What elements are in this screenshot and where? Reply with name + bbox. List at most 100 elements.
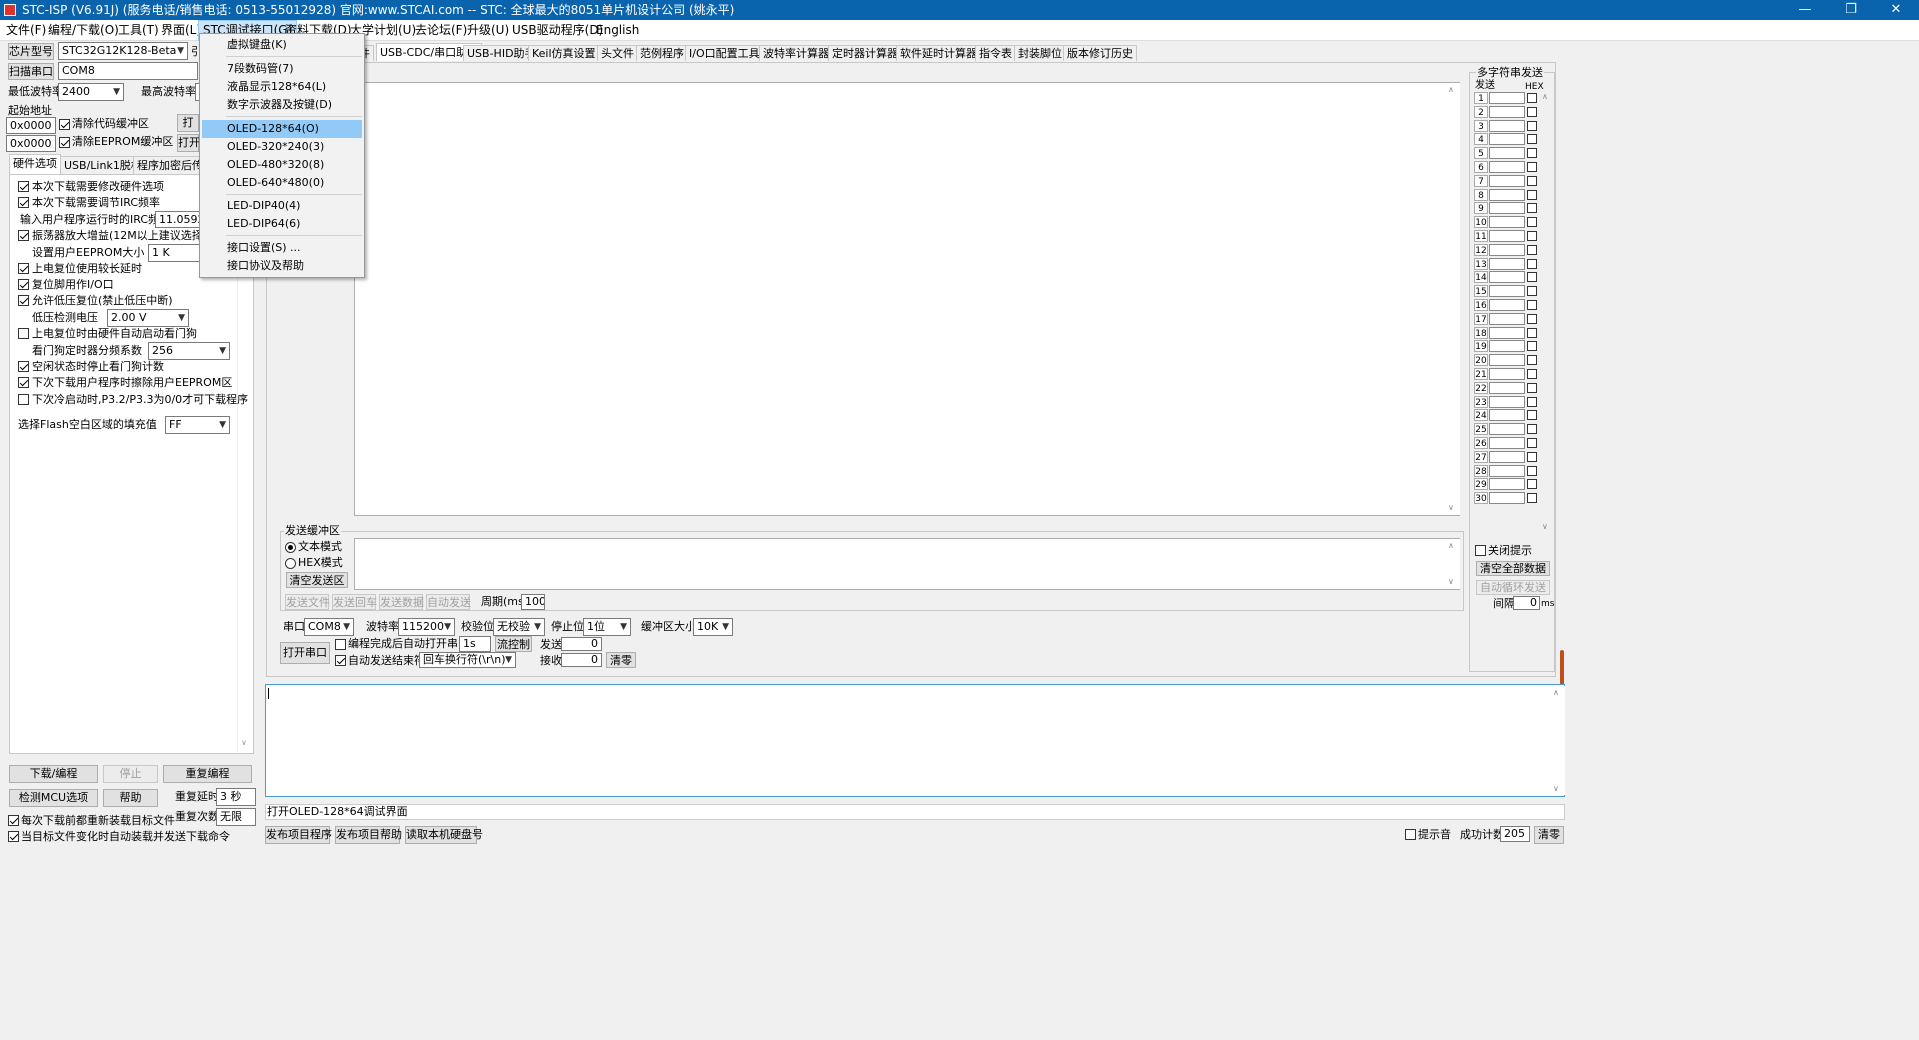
row-number[interactable]: 5 — [1474, 147, 1488, 160]
tab-hardware-options[interactable]: 硬件选项 — [9, 154, 61, 174]
clear-success-button[interactable]: 清零 — [1534, 826, 1564, 844]
hex-checkbox[interactable] — [1527, 396, 1537, 407]
tab-instructions[interactable]: 指令表 — [975, 45, 1016, 61]
send-input[interactable] — [354, 538, 1460, 590]
row-number[interactable]: 10 — [1474, 216, 1488, 229]
auto-send-button[interactable]: 自动发送 — [426, 594, 471, 610]
row-number[interactable]: 2 — [1474, 105, 1488, 118]
maximize-button[interactable]: ❐ — [1828, 0, 1874, 20]
tab-pinout[interactable]: 封装脚位 — [1014, 45, 1066, 61]
chevron-down-icon[interactable]: ∨ — [241, 736, 247, 750]
clear-count-button[interactable]: 清零 — [606, 652, 636, 668]
minimize-button[interactable]: — — [1782, 0, 1828, 20]
flow-control-button[interactable]: 流控制 — [495, 636, 532, 652]
interval-input[interactable]: 0 — [1513, 596, 1540, 610]
clear-eeprom-checkbox[interactable] — [59, 137, 70, 148]
min-baud-select[interactable]: 2400 ▼ — [58, 83, 124, 101]
low-voltage-select[interactable]: 2.00 V ▼ — [107, 309, 189, 327]
scan-port-button[interactable]: 扫描串口 — [8, 63, 54, 80]
hex-checkbox[interactable] — [1527, 175, 1537, 186]
tab-keil[interactable]: Keil仿真设置 — [528, 45, 600, 61]
menu-program[interactable]: 编程/下载(O) — [44, 20, 123, 41]
autoload-checkbox[interactable] — [8, 831, 19, 842]
multi-send-input[interactable] — [1489, 395, 1525, 408]
open-code-button[interactable]: 打 — [177, 114, 199, 132]
multi-send-input[interactable] — [1489, 437, 1525, 449]
hex-checkbox[interactable] — [1527, 231, 1537, 241]
multi-send-input[interactable] — [1489, 105, 1525, 118]
row-number[interactable]: 17 — [1474, 312, 1488, 325]
multi-send-input[interactable] — [1489, 340, 1525, 353]
menu-item-oled128x64[interactable]: OLED-128*64(O) — [202, 120, 362, 138]
text-mode-radio[interactable] — [285, 542, 296, 553]
hex-checkbox[interactable] — [1527, 424, 1537, 435]
hex-checkbox[interactable] — [1527, 120, 1537, 131]
clear-all-button[interactable]: 清空全部数据 — [1476, 561, 1550, 576]
hex-checkbox[interactable] — [1527, 106, 1537, 117]
row-number[interactable]: 20 — [1474, 354, 1488, 367]
row-number[interactable]: 15 — [1474, 285, 1488, 298]
multi-send-input[interactable] — [1489, 423, 1525, 436]
multi-send-input[interactable] — [1489, 450, 1525, 463]
multi-send-input[interactable] — [1489, 147, 1525, 160]
chevron-down-icon[interactable]: ∨ — [1448, 501, 1454, 515]
log-output[interactable] — [265, 684, 1565, 797]
check-mcu-button[interactable]: 检测MCU选项 — [9, 789, 98, 807]
hex-checkbox[interactable] — [1527, 355, 1537, 366]
menu-item-led-dip40[interactable]: LED-DIP40(4) — [202, 197, 362, 215]
osc-gain-checkbox[interactable] — [18, 230, 29, 241]
multi-send-input[interactable] — [1489, 174, 1525, 187]
help-button[interactable]: 帮助 — [103, 789, 158, 807]
auto-open-checkbox[interactable] — [335, 639, 346, 650]
chevron-up-icon[interactable]: ∧ — [1448, 539, 1454, 553]
chevron-up-icon[interactable]: ∧ — [1553, 686, 1559, 700]
port-select[interactable]: COM8 — [58, 62, 198, 80]
row-number[interactable]: 26 — [1474, 437, 1488, 449]
splitter-handle[interactable] — [1560, 650, 1564, 688]
hex-checkbox[interactable] — [1527, 286, 1537, 297]
repeat-program-button[interactable]: 重复编程 — [163, 765, 252, 783]
row-number[interactable]: 18 — [1474, 326, 1488, 339]
row-number[interactable]: 6 — [1474, 161, 1488, 173]
chip-model-button[interactable]: 芯片型号 — [8, 43, 54, 60]
chevron-down-icon[interactable]: ∨ — [1448, 575, 1454, 589]
row-number[interactable]: 25 — [1474, 423, 1488, 436]
row-number[interactable]: 21 — [1474, 368, 1488, 380]
parity-select[interactable]: 无校验 ▼ — [493, 618, 545, 636]
hex-checkbox[interactable] — [1527, 189, 1537, 200]
row-number[interactable]: 14 — [1474, 271, 1488, 284]
clear-code-checkbox[interactable] — [59, 119, 70, 130]
row-number[interactable]: 12 — [1474, 243, 1488, 256]
chevron-up-icon[interactable]: ∧ — [1542, 90, 1548, 104]
row-number[interactable]: 27 — [1474, 450, 1488, 463]
multi-send-input[interactable] — [1489, 354, 1525, 367]
cold-start-checkbox[interactable] — [18, 394, 29, 405]
reload-checkbox[interactable] — [8, 815, 19, 826]
close-tip-checkbox[interactable] — [1475, 545, 1486, 556]
row-number[interactable]: 4 — [1474, 133, 1488, 146]
receive-scrollbar[interactable]: ∧ ∨ — [1445, 83, 1460, 515]
wdt-div-select[interactable]: 256 ▼ — [148, 342, 230, 360]
flash-fill-select[interactable]: FF ▼ — [165, 416, 230, 434]
hex-mode-radio[interactable] — [285, 558, 296, 569]
menu-item-virtual-keyboard[interactable]: 虚拟键盘(K) — [202, 36, 362, 54]
row-number[interactable]: 8 — [1474, 188, 1488, 201]
repeat-delay-select[interactable]: 3 秒 — [216, 788, 256, 806]
multi-send-input[interactable] — [1489, 464, 1525, 477]
modify-hw-checkbox[interactable] — [18, 181, 29, 192]
hex-checkbox[interactable] — [1527, 272, 1537, 283]
receive-buffer[interactable] — [354, 82, 1460, 516]
start-address-eeprom[interactable]: 0x0000 — [6, 135, 56, 152]
hex-checkbox[interactable] — [1527, 162, 1537, 172]
multi-send-input[interactable] — [1489, 243, 1525, 256]
hex-checkbox[interactable] — [1527, 382, 1537, 393]
auto-open-delay-select[interactable]: 1s — [459, 636, 491, 652]
multi-send-input[interactable] — [1489, 409, 1525, 422]
hex-checkbox[interactable] — [1527, 93, 1537, 103]
hex-checkbox[interactable] — [1527, 341, 1537, 352]
period-input[interactable]: 100 — [521, 594, 545, 610]
end-char-select[interactable]: 回车换行符(\r\n) ▼ — [419, 652, 516, 668]
menu-item-oled320x240[interactable]: OLED-320*240(3) — [202, 138, 362, 156]
chip-model-select[interactable]: STC32G12K128-Beta ▼ — [58, 42, 188, 60]
row-number[interactable]: 7 — [1474, 174, 1488, 187]
